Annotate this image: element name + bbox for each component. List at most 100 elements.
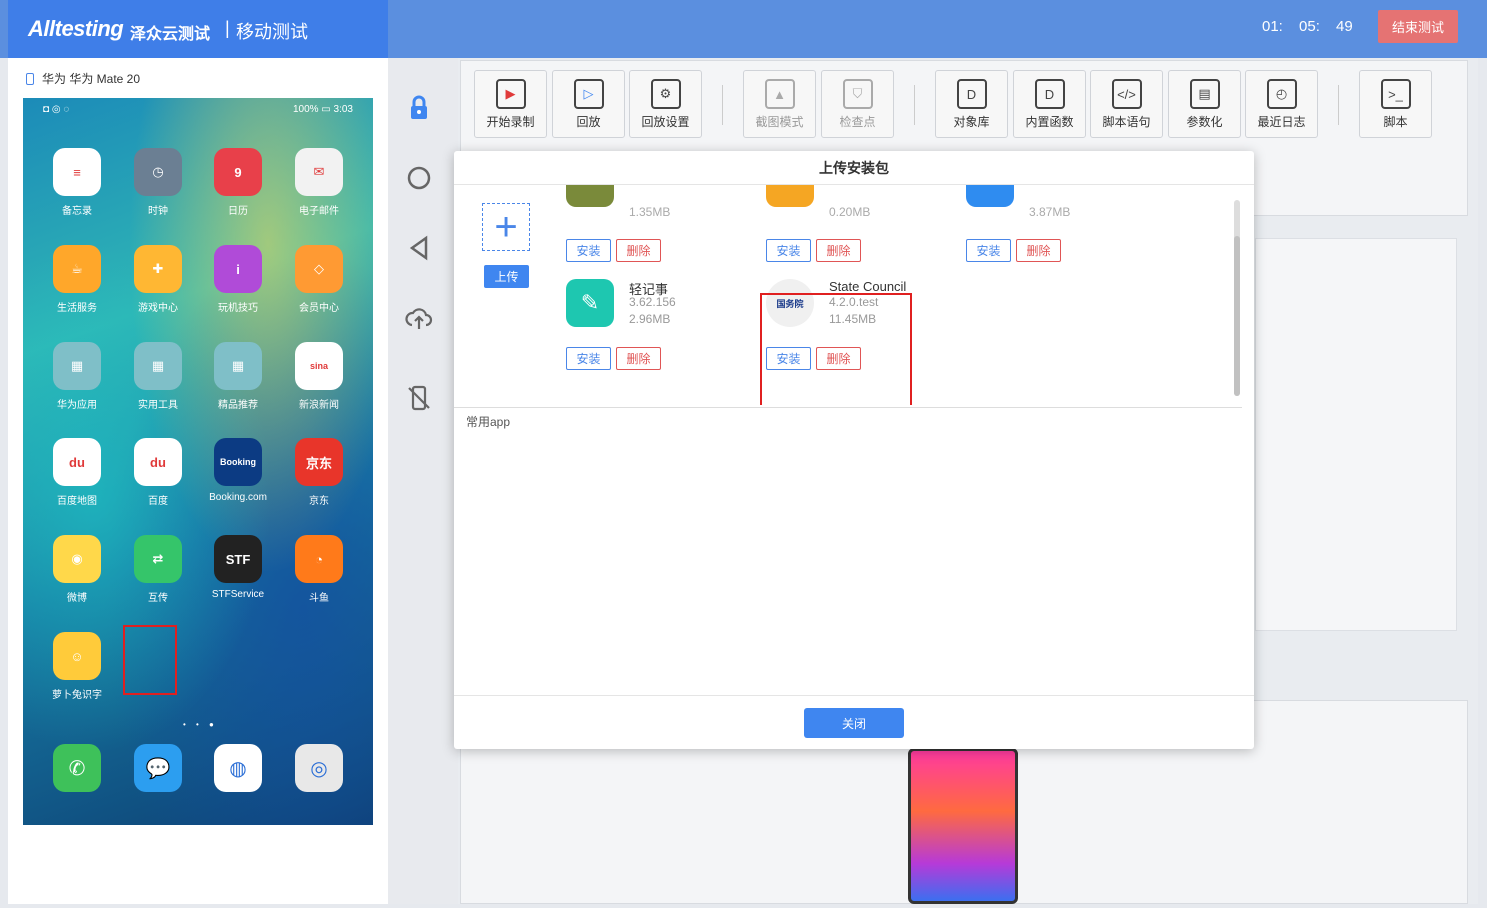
app-7[interactable]: i 玩机技巧: [198, 245, 278, 314]
douyu-icon: ◔: [295, 535, 343, 583]
share-icon: ⇄: [134, 535, 182, 583]
app-1[interactable]: ≡ 备忘录: [37, 148, 117, 217]
end-test-button[interactable]: 结束测试: [1378, 10, 1458, 43]
ribbon-button-9[interactable]: ▤ 参数化: [1168, 70, 1241, 138]
delete-button[interactable]: 删除: [1016, 239, 1061, 262]
phone-icon: ✆: [53, 744, 101, 792]
app-12[interactable]: sina 新浪新闻: [279, 342, 359, 411]
phone-icon: [26, 73, 34, 85]
ribbon-button-label: 回放设置: [641, 115, 690, 129]
device-panel: 华为 华为 Mate 20 ◘ ◎ ◌ 100% ▭ 3:03 ≡ 备忘录 ◷ 时钟 9…: [8, 58, 388, 904]
lock-icon[interactable]: [405, 94, 433, 122]
common-apps-label: 常用app: [466, 415, 511, 429]
package-icon: [966, 185, 1014, 207]
shield-icon: ⛉: [842, 79, 873, 109]
gamepad-icon: ✚: [134, 245, 182, 293]
home-circle-icon[interactable]: [405, 164, 433, 192]
package-size: 0.20MB: [829, 205, 871, 219]
delete-button[interactable]: 删除: [616, 239, 661, 262]
session-timer: 01: 05: 49: [1262, 18, 1353, 35]
app-6[interactable]: ✚ 游戏中心: [118, 245, 198, 314]
dock-app-4[interactable]: ◎: [279, 744, 359, 798]
package-icon: [566, 185, 614, 207]
app-label: 互传: [148, 593, 168, 604]
close-button[interactable]: 关闭: [804, 708, 904, 738]
diamond-icon: ◇: [295, 245, 343, 293]
app-2[interactable]: ◷ 时钟: [118, 148, 198, 217]
app-10[interactable]: ▦ 实用工具: [118, 342, 198, 411]
sina-icon: sina: [295, 342, 343, 390]
app-label: 会员中心: [299, 303, 339, 314]
ribbon-button-10[interactable]: ◴ 最近日志: [1245, 70, 1318, 138]
status-icons: ◘ ◎ ◌: [43, 104, 70, 115]
add-package-icon[interactable]: +: [482, 203, 530, 251]
memo-icon: ≡: [53, 148, 101, 196]
back-triangle-icon[interactable]: [405, 234, 433, 262]
app-label: 京东: [309, 496, 329, 507]
cloud-upload-icon[interactable]: [405, 304, 433, 332]
upload-button[interactable]: 上传: [484, 265, 529, 288]
ribbon-button-8[interactable]: </> 脚本语句: [1090, 70, 1163, 138]
install-button[interactable]: 安装: [966, 239, 1011, 262]
app-20[interactable]: ◔ 斗鱼: [279, 535, 359, 604]
device-screen[interactable]: ◘ ◎ ◌ 100% ▭ 3:03 ≡ 备忘录 ◷ 时钟 9 日历 ✉ 电子邮件 ☕ 生活服务 ✚ 游…: [23, 98, 373, 825]
rotate-device-icon[interactable]: [405, 384, 433, 412]
baidu-icon: du: [134, 438, 182, 486]
app-label: 游戏中心: [138, 303, 178, 314]
app-label: 新浪新闻: [299, 400, 339, 411]
install-button[interactable]: 安装: [566, 239, 611, 262]
app-label: 斗鱼: [309, 593, 329, 604]
app-19[interactable]: STF STFService: [198, 535, 278, 600]
status-bar: ◘ ◎ ◌ 100% ▭ 3:03: [23, 104, 373, 118]
app-18[interactable]: ⇄ 互传: [118, 535, 198, 604]
scrollbar-thumb[interactable]: [1234, 236, 1240, 396]
ribbon-button-label: 脚本语句: [1102, 115, 1151, 129]
calendar-log-icon: ◴: [1266, 79, 1297, 109]
jd-icon: 京东: [295, 438, 343, 486]
package-size: 2.96MB: [629, 312, 671, 326]
app-4[interactable]: ✉ 电子邮件: [279, 148, 359, 217]
app-3[interactable]: 9 日历: [198, 148, 278, 217]
device-name: 华为 华为 Mate 20: [42, 72, 141, 86]
ribbon-button-label: 内置函数: [1025, 115, 1074, 129]
app-21[interactable]: ☺ 萝卜兔识字: [37, 632, 117, 701]
dock-app-1[interactable]: ✆: [37, 744, 117, 798]
package-list[interactable]: + 上传 1.35MB 安装 删除 0.20MB 安装 删除 3.87MB 安装 删除 ✎ 轻记事…: [454, 185, 1244, 405]
app-11[interactable]: ▦ 精品推荐: [198, 342, 278, 411]
app-label: Booking.com: [209, 492, 267, 503]
ribbon-button-label: 参数化: [1186, 115, 1223, 129]
delete-button[interactable]: 删除: [616, 347, 661, 370]
app-17[interactable]: ◉ 微博: [37, 535, 117, 604]
status-battery-time: 100% ▭ 3:03: [292, 104, 353, 115]
dock-app-3[interactable]: ◍: [198, 744, 278, 798]
ribbon-separator: [722, 85, 723, 125]
app-15[interactable]: Booking Booking.com: [198, 438, 278, 503]
app-9[interactable]: ▦ 华为应用: [37, 342, 117, 411]
calendar-icon: 9: [214, 148, 262, 196]
delete-button[interactable]: 删除: [816, 239, 861, 262]
record-icon: ▶: [495, 79, 526, 109]
gear-icon: ⚙: [650, 79, 681, 109]
app-16[interactable]: 京东 京东: [279, 438, 359, 507]
background-panel: [1255, 238, 1457, 631]
ribbon-button-3[interactable]: ⚙ 回放设置: [629, 70, 702, 138]
ribbon-button-4: ▲ 截图模式: [743, 70, 816, 138]
package-version: 3.62.156: [629, 295, 676, 309]
ribbon-button-1[interactable]: ▶ 开始录制: [474, 70, 547, 138]
ribbon-button-6[interactable]: D 对象库: [935, 70, 1008, 138]
app-8[interactable]: ◇ 会员中心: [279, 245, 359, 314]
app-13[interactable]: du 百度地图: [37, 438, 117, 507]
message-icon: 💬: [134, 744, 182, 792]
ribbon-button-2[interactable]: ▷ 回放: [552, 70, 625, 138]
install-button[interactable]: 安装: [766, 239, 811, 262]
ribbon-button-label: 开始录制: [486, 115, 535, 129]
package-item: 0.20MB 安装 删除: [766, 185, 946, 262]
ribbon-button-11[interactable]: >_ 脚本: [1359, 70, 1432, 138]
install-button[interactable]: 安装: [566, 347, 611, 370]
app-label: 百度地图: [57, 496, 97, 507]
app-5[interactable]: ☕ 生活服务: [37, 245, 117, 314]
app-14[interactable]: du 百度: [118, 438, 198, 507]
dock-app-2[interactable]: 💬: [118, 744, 198, 798]
app-label: 萝卜兔识字: [52, 690, 102, 701]
ribbon-button-7[interactable]: D 内置函数: [1013, 70, 1086, 138]
